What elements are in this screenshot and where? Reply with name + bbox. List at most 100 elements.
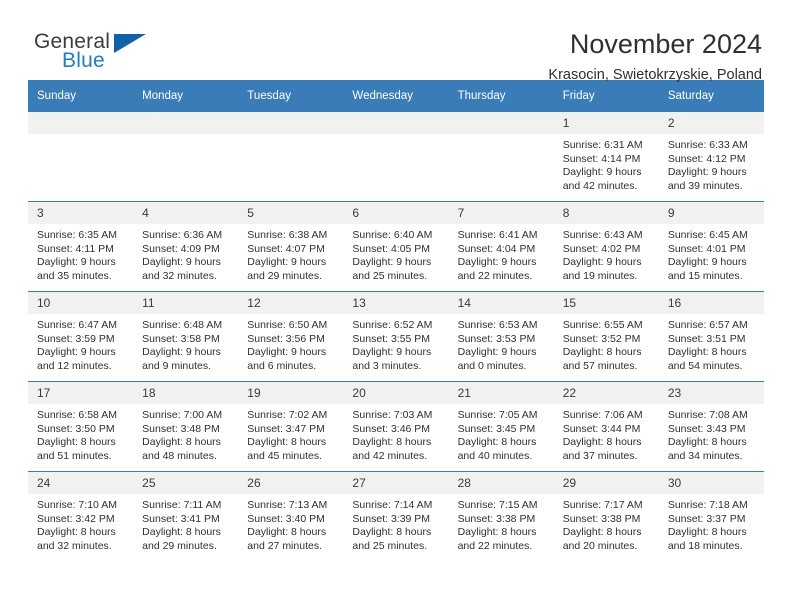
sunset-time: Sunset: 3:59 PM (37, 332, 115, 345)
calendar-day-cell[interactable]: 22 Sunrise: 7:06 AM Sunset: 3:44 PM Dayligh… (553, 381, 659, 472)
day-sun-info: Sunrise: 6:41 AM Sunset: 4:04 PM Daylight:… (449, 224, 554, 283)
sunset-time: Sunset: 4:11 PM (37, 242, 114, 255)
day-number: 20 (343, 382, 449, 404)
sunset-time: Sunset: 3:37 PM (667, 512, 746, 525)
day-sun-info: Sunrise: 7:17 AM Sunset: 3:38 PM Daylight:… (554, 494, 659, 553)
daylight-duration-line1: Daylight: 8 hours (142, 436, 221, 448)
day-sun-info: Sunrise: 6:43 AM Sunset: 4:02 PM Daylight:… (554, 224, 659, 283)
calendar-day-cell[interactable]: 15 Sunrise: 6:55 AM Sunset: 3:52 PM Dayligh… (553, 291, 659, 382)
calendar-week-row: 17 Sunrise: 6:58 AM Sunset: 3:50 PM Dayligh… (28, 381, 764, 472)
calendar-day-cell[interactable]: 16 Sunrise: 6:57 AM Sunset: 3:51 PM Dayligh… (658, 291, 764, 382)
sunrise-time: Sunrise: 6:40 AM (352, 229, 433, 241)
daylight-duration-line2: and 37 minutes. (562, 449, 638, 462)
daylight-duration-line1: Daylight: 9 hours (352, 346, 432, 358)
day-sun-info: Sunrise: 6:58 AM Sunset: 3:50 PM Daylight:… (28, 404, 133, 463)
daylight-duration-line2: and 19 minutes. (562, 269, 638, 282)
page-header: General Blue November 2024 Krasocin, Swi… (28, 0, 764, 83)
calendar-day-cell[interactable]: 6 Sunrise: 6:40 AM Sunset: 4:05 PM Daylight… (343, 201, 449, 292)
calendar-day-cell[interactable]: 4 Sunrise: 6:36 AM Sunset: 4:09 PM Daylight… (133, 201, 239, 292)
sunset-time: Sunset: 3:58 PM (142, 332, 220, 345)
day-sun-info: Sunrise: 6:35 AM Sunset: 4:11 PM Daylight:… (28, 224, 133, 283)
sunrise-sunset-calendar: Sunday Monday Tuesday Wednesday Thursday… (28, 80, 764, 561)
calendar-day-cell[interactable]: 10 Sunrise: 6:47 AM Sunset: 3:59 PM Dayligh… (28, 291, 134, 382)
day-number (343, 112, 449, 134)
daylight-duration-line2: and 29 minutes. (247, 269, 322, 282)
day-number: 2 (658, 112, 764, 134)
calendar-day-cell[interactable]: 29 Sunrise: 7:17 AM Sunset: 3:38 PM Dayligh… (553, 471, 659, 561)
day-number: 18 (133, 382, 239, 404)
calendar-day-cell[interactable]: 3 Sunrise: 6:35 AM Sunset: 4:11 PM Daylight… (28, 201, 134, 292)
calendar-day-cell[interactable]: 8 Sunrise: 6:43 AM Sunset: 4:02 PM Daylight… (553, 201, 659, 292)
sunrise-time: Sunrise: 7:05 AM (457, 409, 538, 421)
sunrise-time: Sunrise: 6:35 AM (37, 229, 117, 241)
day-sun-info: Sunrise: 6:38 AM Sunset: 4:07 PM Daylight:… (238, 224, 343, 283)
calendar-day-cell[interactable]: 28 Sunrise: 7:15 AM Sunset: 3:38 PM Dayligh… (448, 471, 554, 561)
sunrise-time: Sunrise: 7:06 AM (562, 409, 643, 421)
daylight-duration-line2: and 32 minutes. (142, 269, 217, 282)
calendar-day-cell[interactable]: 1 Sunrise: 6:31 AM Sunset: 4:14 PM Daylight… (553, 112, 659, 202)
calendar-day-cell[interactable]: 7 Sunrise: 6:41 AM Sunset: 4:04 PM Daylight… (448, 201, 554, 292)
sunset-time: Sunset: 3:43 PM (667, 422, 746, 435)
calendar-day-cell-empty (448, 112, 554, 202)
calendar-week-row: 24 Sunrise: 7:10 AM Sunset: 3:42 PM Dayligh… (28, 471, 764, 561)
sunset-time: Sunset: 4:14 PM (562, 152, 641, 165)
calendar-body: 1 Sunrise: 6:31 AM Sunset: 4:14 PM Daylight… (28, 112, 764, 561)
calendar-day-cell[interactable]: 11 Sunrise: 6:48 AM Sunset: 3:58 PM Dayligh… (133, 291, 239, 382)
sunset-time: Sunset: 3:51 PM (667, 332, 746, 345)
sunrise-time: Sunrise: 6:53 AM (457, 319, 538, 331)
general-blue-logo[interactable]: General Blue (28, 28, 158, 76)
daylight-duration-line1: Daylight: 8 hours (562, 346, 642, 358)
daylight-duration-line1: Daylight: 8 hours (247, 436, 327, 448)
calendar-day-cell[interactable]: 24 Sunrise: 7:10 AM Sunset: 3:42 PM Dayligh… (28, 471, 134, 561)
day-sun-info: Sunrise: 6:47 AM Sunset: 3:59 PM Daylight:… (28, 314, 133, 373)
sunset-time: Sunset: 3:45 PM (457, 422, 536, 435)
daylight-duration-line1: Daylight: 9 hours (457, 256, 537, 268)
day-sun-info: Sunrise: 6:45 AM Sunset: 4:01 PM Daylight:… (659, 224, 764, 283)
calendar-day-cell[interactable]: 12 Sunrise: 6:50 AM Sunset: 3:56 PM Dayligh… (238, 291, 344, 382)
calendar-day-cell[interactable]: 9 Sunrise: 6:45 AM Sunset: 4:01 PM Daylight… (658, 201, 764, 292)
daylight-duration-line2: and 20 minutes. (562, 539, 638, 552)
day-number: 1 (553, 112, 659, 134)
calendar-day-cell[interactable]: 23 Sunrise: 7:08 AM Sunset: 3:43 PM Dayligh… (658, 381, 764, 472)
day-number: 24 (28, 472, 134, 494)
calendar-day-cell[interactable]: 20 Sunrise: 7:03 AM Sunset: 3:46 PM Dayligh… (343, 381, 449, 472)
daylight-duration-line2: and 45 minutes. (247, 449, 322, 462)
page-subtitle: Krasocin, Swietokrzyskie, Poland (548, 67, 762, 83)
calendar-week-row: 1 Sunrise: 6:31 AM Sunset: 4:14 PM Daylight… (28, 112, 764, 202)
day-sun-info: Sunrise: 7:13 AM Sunset: 3:40 PM Daylight:… (238, 494, 343, 553)
calendar-day-cell[interactable]: 25 Sunrise: 7:11 AM Sunset: 3:41 PM Dayligh… (133, 471, 239, 561)
day-number: 21 (448, 382, 554, 404)
calendar-day-cell[interactable]: 14 Sunrise: 6:53 AM Sunset: 3:53 PM Dayligh… (448, 291, 554, 382)
calendar-day-cell[interactable]: 5 Sunrise: 6:38 AM Sunset: 4:07 PM Daylight… (238, 201, 344, 292)
page-title: November 2024 (569, 29, 762, 59)
day-number: 16 (658, 292, 764, 314)
calendar-day-cell[interactable]: 27 Sunrise: 7:14 AM Sunset: 3:39 PM Dayligh… (343, 471, 449, 561)
day-number: 7 (448, 202, 554, 224)
calendar-day-cell[interactable]: 13 Sunrise: 6:52 AM Sunset: 3:55 PM Dayligh… (343, 291, 449, 382)
daylight-duration-line2: and 42 minutes. (352, 449, 428, 462)
sunset-time: Sunset: 4:02 PM (562, 242, 641, 255)
day-number (28, 112, 134, 134)
calendar-day-cell[interactable]: 2 Sunrise: 6:33 AM Sunset: 4:12 PM Daylight… (658, 112, 764, 202)
sunset-time: Sunset: 3:40 PM (247, 512, 325, 525)
day-number: 14 (448, 292, 554, 314)
daylight-duration-line1: Daylight: 9 hours (667, 166, 747, 178)
daylight-duration-line1: Daylight: 9 hours (562, 166, 642, 178)
calendar-day-cell[interactable]: 17 Sunrise: 6:58 AM Sunset: 3:50 PM Dayligh… (28, 381, 134, 472)
calendar-day-cell[interactable]: 26 Sunrise: 7:13 AM Sunset: 3:40 PM Dayligh… (238, 471, 344, 561)
logo-triangle-icon (114, 34, 146, 53)
calendar-day-cell[interactable]: 19 Sunrise: 7:02 AM Sunset: 3:47 PM Dayligh… (238, 381, 344, 472)
weekday-header-monday: Monday (133, 80, 239, 112)
daylight-duration-line2: and 48 minutes. (142, 449, 217, 462)
day-number: 8 (553, 202, 659, 224)
day-number: 28 (448, 472, 554, 494)
daylight-duration-line1: Daylight: 8 hours (352, 526, 432, 538)
daylight-duration-line2: and 15 minutes. (667, 269, 743, 282)
day-number: 29 (553, 472, 659, 494)
day-sun-info: Sunrise: 6:40 AM Sunset: 4:05 PM Daylight:… (343, 224, 448, 283)
logo-text-blue: Blue (62, 49, 105, 72)
calendar-day-cell[interactable]: 21 Sunrise: 7:05 AM Sunset: 3:45 PM Dayligh… (448, 381, 554, 472)
daylight-duration-line2: and 22 minutes. (457, 539, 533, 552)
calendar-day-cell[interactable]: 30 Sunrise: 7:18 AM Sunset: 3:37 PM Dayligh… (658, 471, 764, 561)
calendar-day-cell[interactable]: 18 Sunrise: 7:00 AM Sunset: 3:48 PM Dayligh… (133, 381, 239, 472)
